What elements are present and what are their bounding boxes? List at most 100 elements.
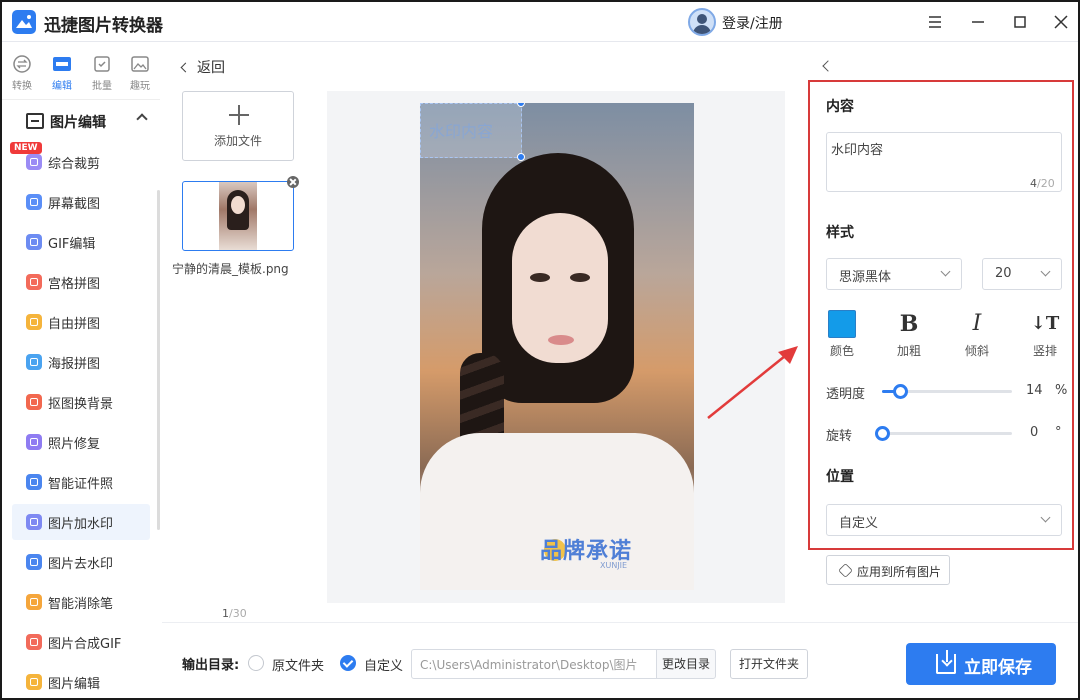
sidebar-item[interactable]: 图片加水印 <box>12 504 150 540</box>
sidebar-item[interactable]: 抠图换背景 <box>12 384 150 420</box>
cube-icon <box>838 563 853 578</box>
char-count: 4/20 <box>1030 177 1055 190</box>
color-picker[interactable]: 颜色 <box>820 310 864 359</box>
preview-image: 品牌承诺 XUNJIE 水印内容 <box>420 103 694 590</box>
apply-to-all-button[interactable]: 应用到所有图片 <box>826 555 950 585</box>
change-directory-button[interactable]: 更改目录 <box>656 649 716 679</box>
opacity-slider-handle[interactable] <box>893 384 909 399</box>
edit-icon <box>52 54 72 74</box>
app-logo-icon <box>12 10 36 34</box>
sidebar-item-label: 智能证件照 <box>48 477 114 492</box>
tab-edit[interactable]: 编辑 <box>44 54 80 92</box>
app-title: 迅捷图片转换器 <box>44 16 163 36</box>
open-folder-button[interactable]: 打开文件夹 <box>730 649 808 679</box>
resize-handle-bottom[interactable] <box>517 153 525 161</box>
sidebar-item[interactable]: 综合裁剪 <box>12 144 150 180</box>
color-swatch <box>828 310 856 338</box>
remove-thumbnail-icon[interactable] <box>287 176 299 188</box>
close-icon[interactable] <box>1047 8 1075 36</box>
sidebar-item-label: 屏幕截图 <box>48 197 101 212</box>
tool-icon <box>26 594 42 610</box>
save-now-button[interactable]: 立即保存 <box>906 643 1056 685</box>
sidebar-scrollbar[interactable] <box>157 190 160 530</box>
output-dir-label: 输出目录: <box>182 658 240 673</box>
tool-icon <box>26 154 42 170</box>
tool-icon <box>26 354 42 370</box>
opacity-value: 14 <box>1026 383 1043 398</box>
chevron-down-icon <box>1040 266 1051 277</box>
main-area: 返回 添加文件 宁静的清晨_模板.png 1/30 品牌承诺 XUNJIE 水印… <box>162 42 807 622</box>
sidebar-section-image-edit[interactable]: 图片编辑 <box>2 110 160 134</box>
sidebar-item[interactable]: 宫格拼图 <box>12 264 150 300</box>
rotate-slider-handle[interactable] <box>875 426 890 441</box>
chevron-down-icon <box>1040 512 1051 523</box>
watermark-text-input[interactable] <box>826 132 1062 192</box>
resize-handle-top[interactable] <box>517 103 525 107</box>
sidebar-item[interactable]: 海报拼图 <box>12 344 150 380</box>
download-icon <box>936 650 956 674</box>
watermark-preview-text: 水印内容 <box>429 122 494 141</box>
collapse-panel-icon[interactable] <box>822 60 834 72</box>
maximize-icon[interactable] <box>1006 8 1034 36</box>
font-size-select[interactable]: 20 <box>982 258 1062 290</box>
bold-button[interactable]: B 加粗 <box>887 310 931 359</box>
image-thumbnail[interactable] <box>182 181 294 251</box>
chevron-up-icon <box>136 113 148 125</box>
italic-icon: I <box>972 311 982 336</box>
tab-batch[interactable]: 批量 <box>84 54 120 92</box>
login-register-link[interactable]: 登录/注册 <box>722 13 783 33</box>
watermark-settings-panel: 内容 4/20 样式 思源黑体 20 颜色 B 加粗 I 倾斜 ↓T 竖排 透明… <box>808 80 1074 550</box>
tab-fun[interactable]: 趣玩 <box>122 54 158 92</box>
original-folder-label[interactable]: 原文件夹 <box>272 655 324 674</box>
italic-button[interactable]: I 倾斜 <box>955 310 999 359</box>
tab-convert[interactable]: 转换 <box>4 54 40 92</box>
convert-icon <box>12 54 32 74</box>
style-heading: 样式 <box>826 225 854 241</box>
sidebar-item[interactable]: 图片合成GIF <box>12 624 150 660</box>
sidebar-item[interactable]: 自由拼图 <box>12 304 150 340</box>
page-count: 1/30 <box>222 607 247 620</box>
sidebar-item-label: 图片去水印 <box>48 557 114 572</box>
minimize-icon[interactable] <box>964 8 992 36</box>
user-avatar-icon[interactable] <box>688 8 716 36</box>
sidebar-item-label: 照片修复 <box>48 437 101 452</box>
vertical-text-icon: ↓T <box>1030 313 1060 334</box>
sidebar-item[interactable]: 照片修复 <box>12 424 150 460</box>
annotation-arrow <box>707 346 798 419</box>
rotate-slider[interactable] <box>875 426 1012 441</box>
sidebar-item-label: 图片加水印 <box>48 517 114 532</box>
original-folder-radio[interactable] <box>248 655 264 671</box>
tool-icon <box>26 394 42 410</box>
tool-icon <box>26 514 42 530</box>
sidebar: 图片编辑 NEW 综合裁剪 屏幕截图 GIF编辑 宫格拼图 自由拼图 海报拼图 抠图换背景照… <box>2 100 160 698</box>
sidebar-item-label: GIF编辑 <box>48 237 96 252</box>
vertical-text-button[interactable]: ↓T 竖排 <box>1023 310 1067 359</box>
custom-folder-radio[interactable] <box>340 655 356 671</box>
sidebar-item[interactable]: 屏幕截图 <box>12 184 150 220</box>
sidebar-item[interactable]: 图片去水印 <box>12 544 150 580</box>
font-select[interactable]: 思源黑体 <box>826 258 962 290</box>
sidebar-item[interactable]: 智能消除笔 <box>12 584 150 620</box>
tool-icon <box>26 274 42 290</box>
watermark-box[interactable]: 水印内容 <box>420 103 522 158</box>
tool-icon <box>26 194 42 210</box>
rotate-slider-row: 旋转 0 ° <box>826 425 1062 444</box>
position-select[interactable]: 自定义 <box>826 504 1062 536</box>
custom-folder-label[interactable]: 自定义 <box>364 655 403 674</box>
tool-icon <box>26 234 42 250</box>
rotate-value: 0 <box>1030 425 1039 440</box>
thumbnail-image <box>219 182 257 250</box>
bold-icon: B <box>899 311 919 337</box>
menu-icon[interactable] <box>921 8 949 36</box>
output-path-input[interactable] <box>411 649 657 679</box>
sidebar-item[interactable]: GIF编辑 <box>12 224 150 260</box>
add-file-button[interactable]: 添加文件 <box>182 91 294 161</box>
thumbnail-filename: 宁静的清晨_模板.png <box>172 262 289 276</box>
app-window: 迅捷图片转换器 登录/注册 转换 编辑 批量 趣玩 图片编辑 NEW 综合裁剪 … <box>0 0 1080 700</box>
opacity-slider[interactable] <box>882 384 1012 399</box>
sidebar-item-label: 宫格拼图 <box>48 277 101 292</box>
sidebar-item-label: 海报拼图 <box>48 357 101 372</box>
sidebar-item[interactable]: 图片编辑 <box>12 664 150 698</box>
sidebar-item[interactable]: 智能证件照 <box>12 464 150 500</box>
back-button[interactable]: 返回 <box>180 57 225 77</box>
